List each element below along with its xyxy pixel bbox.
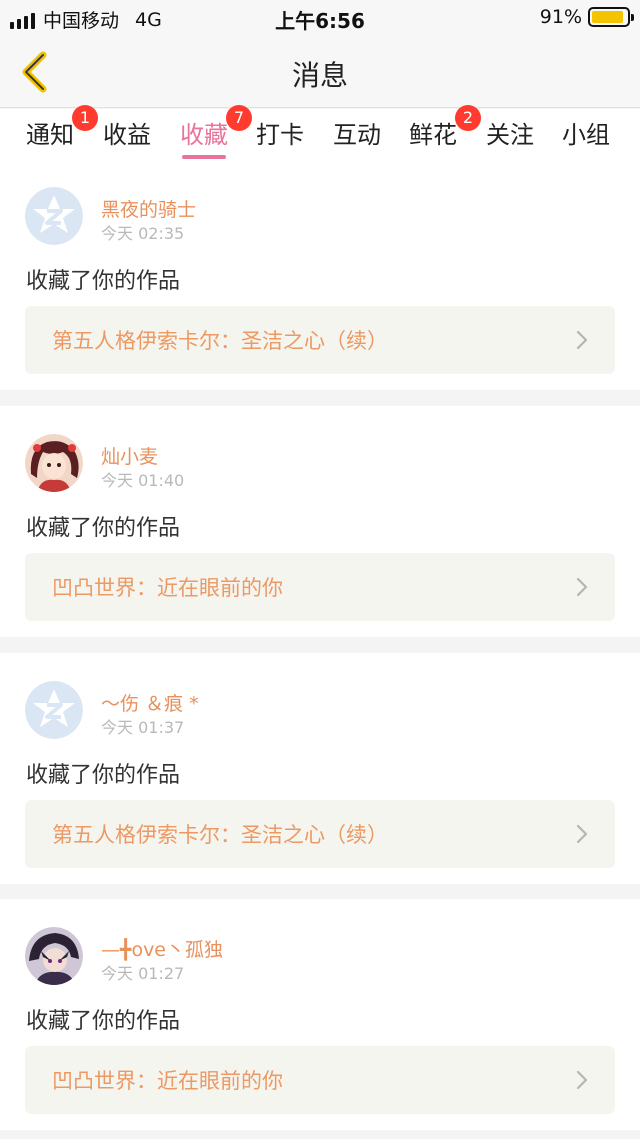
timestamp: 今天 02:35 <box>101 224 185 243</box>
work-title: 凹凸世界：近在眼前的你 <box>52 576 283 600</box>
tab-notifications[interactable]: 通知 1 <box>26 105 98 150</box>
avatar[interactable] <box>25 681 83 739</box>
action-text: 收藏了你的作品 <box>26 763 181 788</box>
tab-checkin[interactable]: 打卡 <box>256 115 304 150</box>
tab-label: 小组 <box>562 121 610 149</box>
tab-label: 收益 <box>103 121 151 149</box>
tab-interaction[interactable]: 互动 <box>333 115 381 150</box>
chevron-right-icon <box>576 1070 588 1090</box>
chevron-right-icon <box>576 330 588 350</box>
chevron-right-icon <box>576 824 588 844</box>
notification-badge: 1 <box>72 105 98 131</box>
action-text: 收藏了你的作品 <box>26 516 181 541</box>
timestamp: 今天 01:40 <box>101 471 185 490</box>
message-card: 灿小麦 今天 01:40 收藏了你的作品 凹凸世界：近在眼前的你 <box>0 406 640 637</box>
battery-tip <box>631 14 634 21</box>
tab-label: 关注 <box>486 121 534 149</box>
status-bar: 中国移动 4G 上午6:56 91% <box>0 0 640 36</box>
username[interactable]: 灿小麦 <box>101 442 158 469</box>
tab-flowers[interactable]: 鲜花 2 <box>409 105 481 150</box>
nav-bar: 消息 <box>0 36 640 108</box>
battery-fill <box>592 11 623 23</box>
tab-earnings[interactable]: 收益 <box>103 115 151 150</box>
avatar[interactable] <box>25 927 83 985</box>
anime-boy-avatar-icon <box>25 927 83 985</box>
work-link[interactable]: 凹凸世界：近在眼前的你 <box>25 553 615 621</box>
default-avatar-icon <box>25 681 83 739</box>
work-title: 第五人格伊索卡尔：圣洁之心（续） <box>52 329 388 353</box>
page-title: 消息 <box>291 59 348 92</box>
work-title: 第五人格伊索卡尔：圣洁之心（续） <box>52 823 388 847</box>
message-card: ～伤 ＆痕 * 今天 01:37 收藏了你的作品 第五人格伊索卡尔：圣洁之心（续… <box>0 653 640 884</box>
tab-label: 通知 <box>26 121 74 149</box>
tab-groups[interactable]: 小组 <box>562 115 610 150</box>
tab-label: 收藏 <box>180 121 228 149</box>
message-card: 黑夜的骑士 今天 02:35 收藏了你的作品 第五人格伊索卡尔：圣洁之心（续） <box>0 159 640 390</box>
battery-percent: 91% <box>539 6 582 28</box>
tab-label: 互动 <box>333 121 381 149</box>
timestamp: 今天 01:27 <box>101 964 185 983</box>
chevron-right-icon <box>576 577 588 597</box>
favorites-badge: 7 <box>226 105 252 131</box>
flowers-badge: 2 <box>455 105 481 131</box>
work-link[interactable]: 第五人格伊索卡尔：圣洁之心（续） <box>25 800 615 868</box>
tab-bar: 通知 1 收益 收藏 7 打卡 互动 鲜花 2 关注 小组 <box>0 105 640 159</box>
username[interactable]: 黑夜的骑士 <box>101 195 196 222</box>
timestamp: 今天 01:37 <box>101 718 185 737</box>
work-link[interactable]: 第五人格伊索卡尔：圣洁之心（续） <box>25 306 615 374</box>
avatar[interactable] <box>25 187 83 245</box>
avatar[interactable] <box>25 434 83 492</box>
work-link[interactable]: 凹凸世界：近在眼前的你 <box>25 1046 615 1114</box>
action-text: 收藏了你的作品 <box>26 1009 181 1034</box>
username[interactable]: ～伤 ＆痕 * <box>101 689 199 716</box>
work-title: 凹凸世界：近在眼前的你 <box>52 1069 283 1093</box>
tab-label: 打卡 <box>256 121 304 149</box>
tab-label: 鲜花 <box>409 121 457 149</box>
action-text: 收藏了你的作品 <box>26 269 181 294</box>
tab-following[interactable]: 关注 <box>486 115 534 150</box>
default-avatar-icon <box>25 187 83 245</box>
username[interactable]: —╋ove丶孤独 <box>101 935 223 962</box>
status-right: 91% <box>539 6 634 28</box>
tab-favorites[interactable]: 收藏 7 <box>180 105 252 159</box>
message-card: —╋ove丶孤独 今天 01:27 收藏了你的作品 凹凸世界：近在眼前的你 <box>0 899 640 1130</box>
battery-icon <box>588 7 634 27</box>
anime-girl-avatar-icon <box>25 434 83 492</box>
